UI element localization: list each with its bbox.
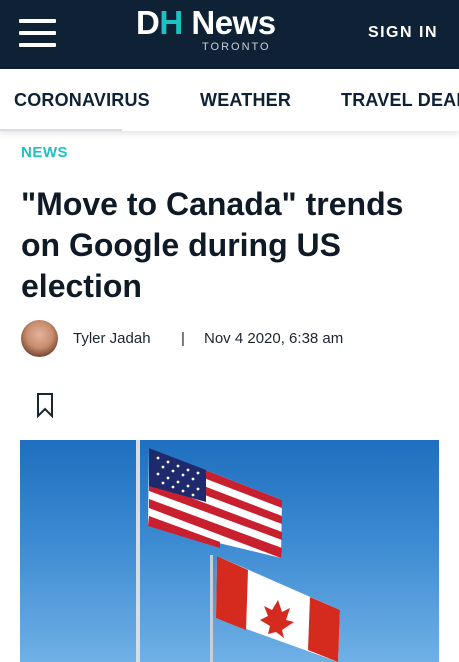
author-name[interactable]: Tyler Jadah xyxy=(73,330,151,347)
byline: Tyler Jadah | Nov 4 2020, 6:38 am xyxy=(21,320,441,358)
nav-item-travel-deals[interactable]: TRAVEL DEALS xyxy=(341,90,459,111)
category-nav: CORONAVIRUS WEATHER TRAVEL DEALS xyxy=(0,69,459,131)
canada-flag xyxy=(216,556,340,662)
logo-city: TORONTO xyxy=(202,41,271,53)
nav-indicator xyxy=(0,129,122,131)
flags-illustration xyxy=(136,440,340,662)
publish-date: Nov 4 2020, 6:38 am xyxy=(204,330,344,347)
nav-item-coronavirus[interactable]: CORONAVIRUS xyxy=(14,90,150,111)
author-avatar[interactable] xyxy=(21,320,58,357)
sign-in-button[interactable]: SIGN IN xyxy=(368,24,438,42)
section-tag[interactable]: NEWS xyxy=(21,144,68,161)
site-logo[interactable]: DH News TORONTO xyxy=(136,4,306,56)
us-flag xyxy=(148,448,282,558)
hero-image xyxy=(20,440,439,662)
logo-word-news: News xyxy=(182,4,276,41)
bookmark-icon[interactable] xyxy=(36,392,54,418)
logo-letter-d: D xyxy=(136,4,160,41)
article-headline: "Move to Canada" trends on Google during… xyxy=(21,186,404,304)
nav-item-weather[interactable]: WEATHER xyxy=(200,90,291,111)
logo-letter-h: H xyxy=(159,4,183,41)
top-header: DH News TORONTO SIGN IN xyxy=(0,0,459,69)
byline-separator: | xyxy=(181,330,185,347)
menu-icon[interactable] xyxy=(19,19,56,47)
